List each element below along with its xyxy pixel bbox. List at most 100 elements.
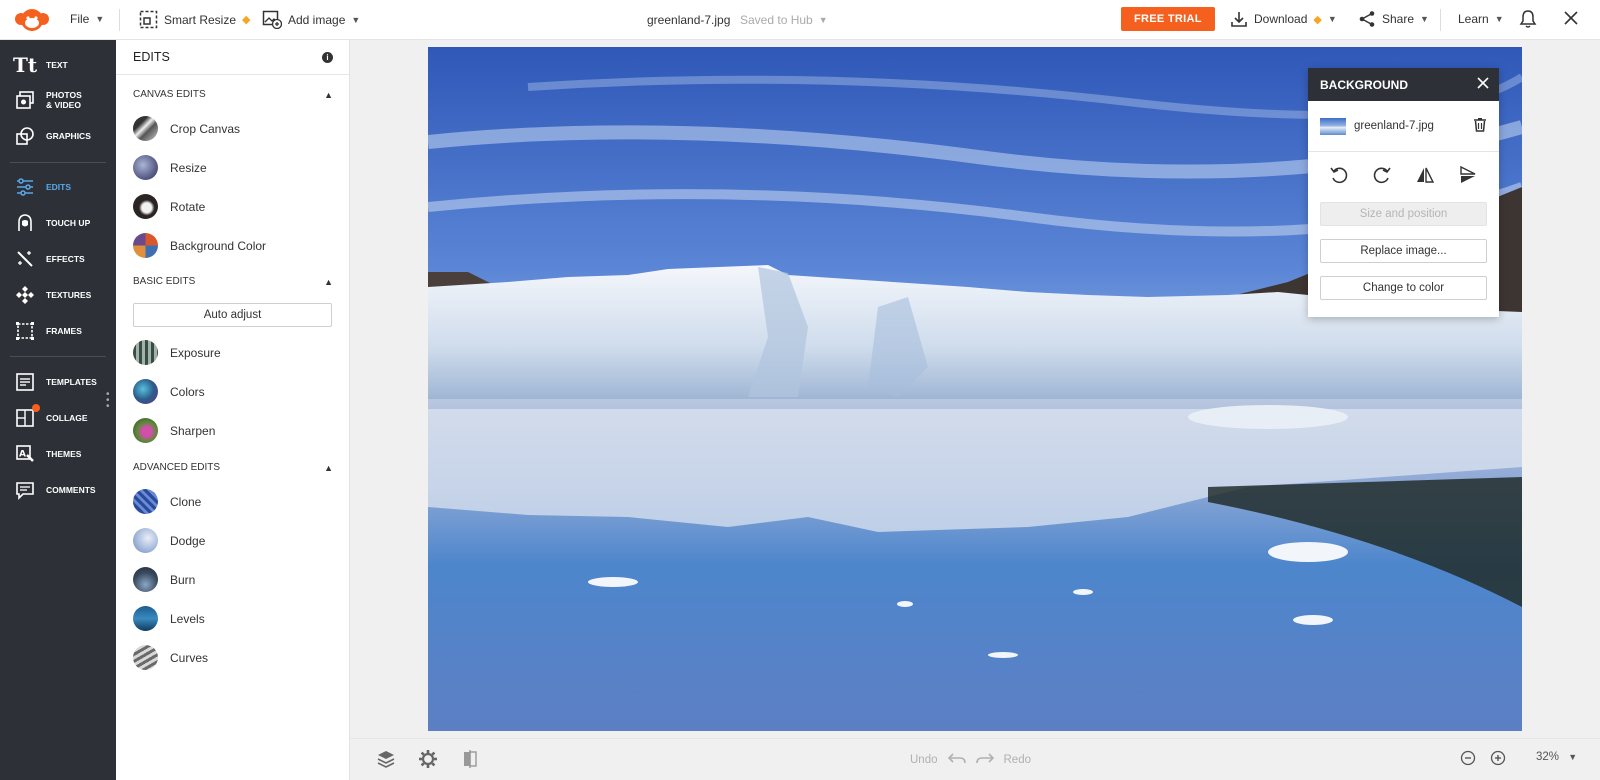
zoom-out-icon[interactable] <box>1460 750 1480 770</box>
free-trial-button[interactable]: FREE TRIAL <box>1121 7 1215 31</box>
levels-thumb-icon <box>133 606 158 631</box>
gear-icon[interactable] <box>418 749 438 769</box>
zoom-dropdown[interactable]: 32% ▼ <box>1536 751 1577 763</box>
edit-label: Levels <box>170 611 205 626</box>
download-label: Download <box>1254 12 1308 26</box>
frame-icon <box>14 320 36 342</box>
redo-label[interactable]: Redo <box>1004 754 1032 766</box>
document-title[interactable]: greenland-7.jpg <box>647 13 730 27</box>
edit-colors[interactable]: Colors <box>133 379 205 404</box>
add-image-button[interactable]: Add image ▼ <box>262 10 360 29</box>
rail-item-edits[interactable]: EDITS <box>14 176 71 198</box>
edit-levels[interactable]: Levels <box>133 606 205 631</box>
flip-vertical-icon[interactable] <box>1458 165 1478 190</box>
rail-item-touch-up[interactable]: TOUCH UP <box>14 212 90 234</box>
notification-dot <box>32 404 40 412</box>
chevron-down-icon: ▼ <box>1420 14 1429 24</box>
bottom-bar: Undo Redo 32% ▼ <box>350 738 1600 780</box>
rail-item-comments[interactable]: COMMENTS <box>14 479 96 501</box>
texture-icon <box>14 284 36 306</box>
rail-label: GRAPHICS <box>46 131 91 141</box>
replace-image-button[interactable]: Replace image... <box>1320 239 1487 263</box>
rail-label: COLLAGE <box>46 413 88 423</box>
rail-label: EDITS <box>46 182 72 192</box>
rail-divider <box>10 356 106 357</box>
info-icon[interactable]: i <box>322 51 333 63</box>
chevron-down-icon: ▼ <box>818 15 828 25</box>
gem-icon: ◆ <box>1313 13 1322 26</box>
panel-resize-handle[interactable]: • • • <box>106 390 110 412</box>
undo-icon[interactable] <box>947 751 966 768</box>
section-title: ADVANCED EDITS <box>133 462 221 473</box>
zoom-in-icon[interactable] <box>1490 750 1510 770</box>
section-title: CANVAS EDITS <box>133 89 206 100</box>
add-image-label: Add image <box>288 12 346 27</box>
rail-item-textures[interactable]: TEXTURES <box>14 284 91 306</box>
size-and-position-button[interactable]: Size and position <box>1320 202 1487 226</box>
save-status[interactable]: Saved to Hub ▼ <box>740 13 828 27</box>
edit-crop-canvas[interactable]: Crop Canvas <box>133 116 240 141</box>
rail-item-text[interactable]: Tt TEXT <box>13 53 68 77</box>
top-bar: File ▼ Smart Resize ◆ Add image ▼ greenl… <box>0 0 1600 40</box>
share-button[interactable]: Share ▼ <box>1358 10 1429 28</box>
bell-icon[interactable] <box>1518 9 1538 32</box>
smart-resize-button[interactable]: Smart Resize ◆ <box>139 10 251 29</box>
rotate-right-icon[interactable] <box>1372 165 1392 190</box>
redo-icon[interactable] <box>975 751 994 768</box>
rail-label: TEMPLATES <box>46 377 97 387</box>
background-panel-header: BACKGROUND <box>1308 68 1499 101</box>
section-canvas-edits[interactable]: CANVAS EDITS ▲ <box>133 89 333 100</box>
burn-thumb-icon <box>133 567 158 592</box>
compare-icon[interactable] <box>460 749 480 769</box>
sliders-icon <box>14 176 36 198</box>
learn-label: Learn <box>1458 12 1489 26</box>
change-to-color-button[interactable]: Change to color <box>1320 276 1487 300</box>
exposure-thumb-icon <box>133 340 158 365</box>
edit-sharpen[interactable]: Sharpen <box>133 418 215 443</box>
rail-label: PHOTOS & VIDEO <box>46 90 82 110</box>
section-advanced-edits[interactable]: ADVANCED EDITS ▲ <box>133 462 333 473</box>
chevron-down-icon: ▼ <box>1494 14 1504 24</box>
divider <box>1440 9 1441 31</box>
rail-item-frames[interactable]: FRAMES <box>14 320 82 342</box>
themes-icon: A <box>14 443 36 465</box>
file-menu-label: File <box>70 12 90 26</box>
rail-item-effects[interactable]: EFFECTS <box>14 248 85 270</box>
rail-label: EFFECTS <box>46 254 85 264</box>
picmonkey-logo[interactable] <box>12 7 52 36</box>
layers-icon[interactable] <box>376 749 396 769</box>
edit-label: Burn <box>170 572 196 587</box>
trash-icon[interactable] <box>1473 117 1487 135</box>
learn-menu[interactable]: Learn ▼ <box>1458 12 1504 26</box>
edit-curves[interactable]: Curves <box>133 645 208 670</box>
auto-adjust-button[interactable]: Auto adjust <box>133 303 332 327</box>
edit-background-color[interactable]: Background Color <box>133 233 266 258</box>
edit-clone[interactable]: Clone <box>133 489 201 514</box>
edit-burn[interactable]: Burn <box>133 567 195 592</box>
chevron-down-icon: ▼ <box>1327 14 1337 24</box>
flip-horizontal-icon[interactable] <box>1415 165 1435 190</box>
file-menu[interactable]: File ▼ <box>70 12 104 26</box>
close-icon[interactable] <box>1562 9 1580 30</box>
dodge-thumb-icon <box>133 528 158 553</box>
rail-item-collage[interactable]: COLLAGE <box>14 404 88 429</box>
edit-exposure[interactable]: Exposure <box>133 340 221 365</box>
rail-item-templates[interactable]: TEMPLATES <box>14 371 97 393</box>
rail-item-graphics[interactable]: GRAPHICS <box>14 125 91 147</box>
curves-thumb-icon <box>133 645 158 670</box>
download-button[interactable]: Download ◆ ▼ <box>1230 10 1337 28</box>
edit-resize[interactable]: Resize <box>133 155 207 180</box>
section-basic-edits[interactable]: BASIC EDITS ▲ <box>133 276 333 287</box>
rail-item-themes[interactable]: A THEMES <box>14 443 81 465</box>
photos-icon <box>14 89 36 111</box>
left-rail: Tt TEXT PHOTOS & VIDEO GRAPHICS EDITS TO… <box>0 40 116 780</box>
rotate-left-icon[interactable] <box>1329 165 1349 190</box>
close-icon[interactable] <box>1477 77 1489 92</box>
undo-label[interactable]: Undo <box>910 754 938 766</box>
transform-tools <box>1308 152 1499 202</box>
magic-wand-icon <box>14 248 36 270</box>
edit-dodge[interactable]: Dodge <box>133 528 205 553</box>
rail-item-photos-video[interactable]: PHOTOS & VIDEO <box>14 89 82 111</box>
edit-rotate[interactable]: Rotate <box>133 194 205 219</box>
resize-icon <box>139 10 158 29</box>
